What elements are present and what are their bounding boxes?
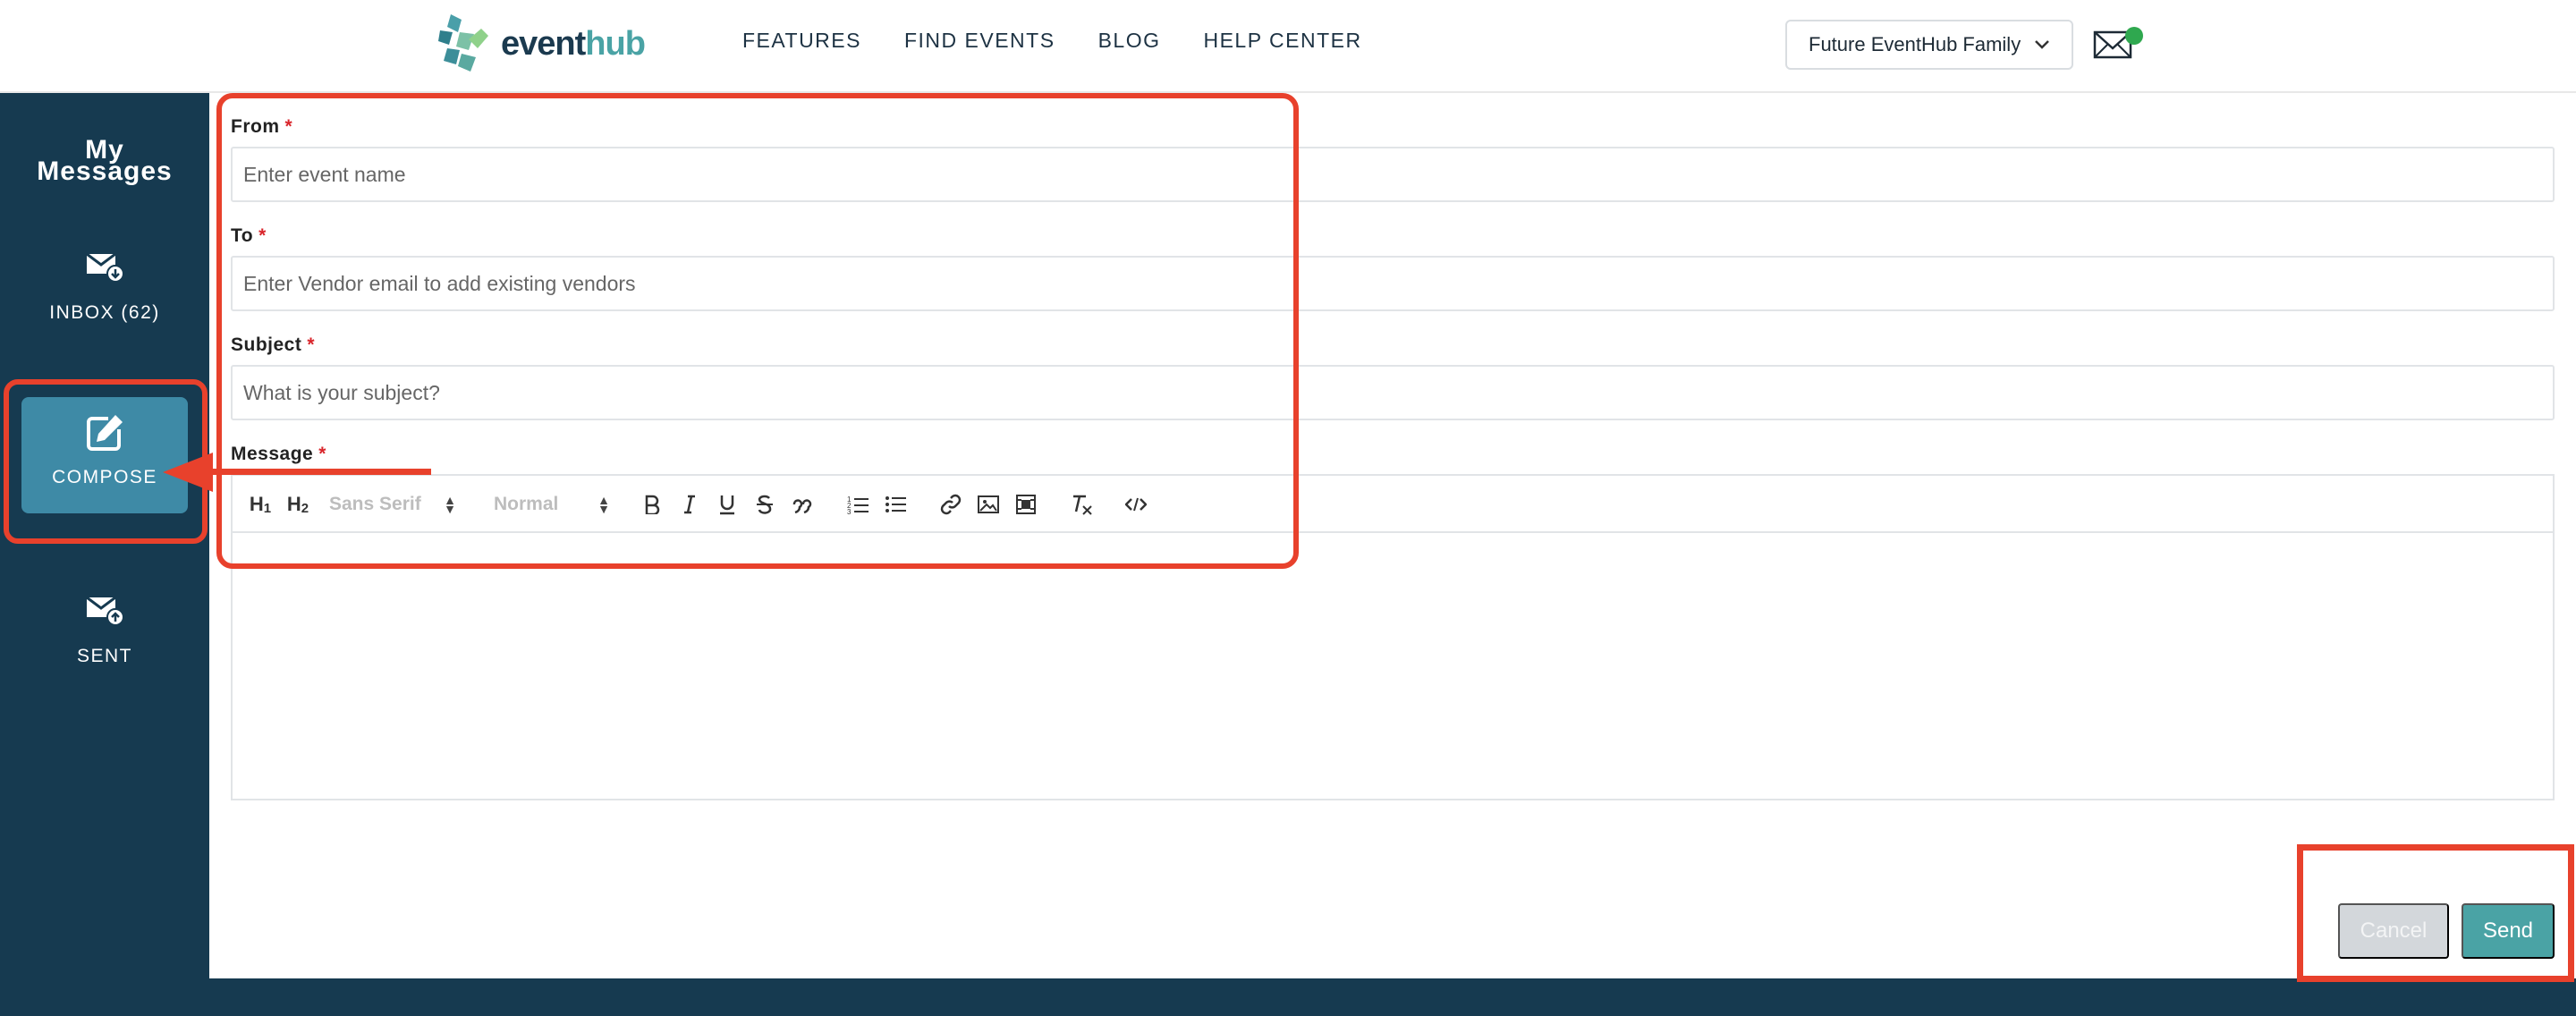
sidebar-item-inbox-label: INBOX (62) <box>49 302 160 323</box>
page: eventhub FEATURES FIND EVENTS BLOG HELP … <box>0 0 2576 1016</box>
annotation-arrow-head <box>163 453 213 492</box>
account-name: Future EventHub Family <box>1809 33 2021 55</box>
sidebar-title: My Messages <box>0 137 209 186</box>
sidebar-item-sent-label: SENT <box>76 646 132 666</box>
messages-sidebar: My Messages INBOX (62) COMPOSE SENT <box>0 93 209 1016</box>
sidebar-title-line2: Messages <box>37 157 173 186</box>
logo-text: eventhub <box>501 24 646 64</box>
annotation-arrow-line <box>206 469 431 475</box>
nav-find-events[interactable]: FIND EVENTS <box>904 29 1055 53</box>
account-dropdown[interactable]: Future EventHub Family <box>1785 20 2073 70</box>
inbox-icon <box>21 249 188 288</box>
logo-mark-icon <box>438 14 488 72</box>
logo-text-hub: hub <box>585 24 646 63</box>
notification-dot <box>2125 27 2143 45</box>
actions-highlight-box <box>2297 844 2574 982</box>
top-header: eventhub FEATURES FIND EVENTS BLOG HELP … <box>0 0 2576 93</box>
sidebar-item-inbox[interactable]: INBOX (62) <box>21 233 188 349</box>
form-highlight-box <box>216 93 1299 569</box>
sidebar-item-sent[interactable]: SENT <box>21 576 188 692</box>
nav-help-center[interactable]: HELP CENTER <box>1203 29 1361 53</box>
nav-blog[interactable]: BLOG <box>1098 29 1161 53</box>
main-nav: FEATURES FIND EVENTS BLOG HELP CENTER <box>742 29 1362 53</box>
nav-features[interactable]: FEATURES <box>742 29 861 53</box>
message-body[interactable] <box>233 533 2553 800</box>
eventhub-logo[interactable]: eventhub <box>438 13 646 75</box>
chevron-down-icon <box>2034 35 2050 55</box>
footer-bar <box>209 978 2576 1016</box>
logo-text-event: event <box>501 24 586 63</box>
sent-icon <box>21 592 188 631</box>
